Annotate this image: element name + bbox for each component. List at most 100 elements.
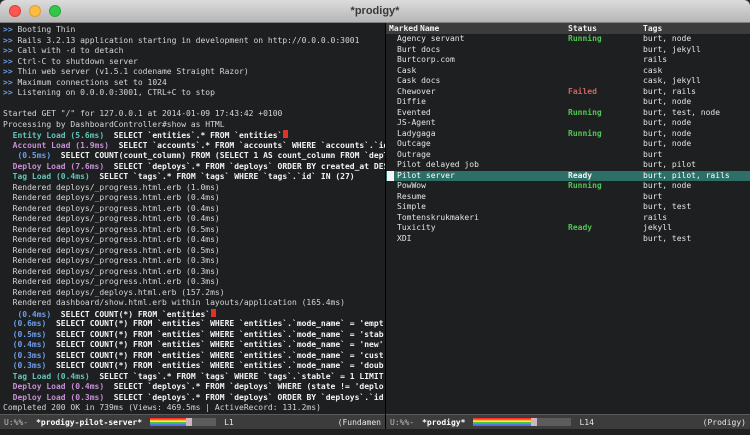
- modeline-left: U:%%- *prodigy-pilot-server* L1 (Fundame…: [0, 414, 385, 429]
- log-segment: >>: [3, 78, 13, 87]
- process-row[interactable]: Diffieburt, node: [386, 97, 750, 108]
- log-line: (0.6ms) SELECT COUNT(*) FROM `entities` …: [3, 319, 385, 330]
- process-row[interactable]: ChewoverFailedburt, rails: [386, 87, 750, 98]
- log-line: >> Call with -d to detach: [3, 46, 385, 57]
- process-row[interactable]: TuxicityReadyjekyll: [386, 223, 750, 234]
- process-row[interactable]: Burt docsburt, jekyll: [386, 45, 750, 56]
- process-pane[interactable]: Marked Name Status Tags Agency servantRu…: [386, 23, 750, 429]
- process-tags: burt, node: [643, 34, 691, 45]
- minibuffer[interactable]: [0, 429, 750, 435]
- process-name: Simple: [397, 202, 426, 213]
- log-segment: SELECT COUNT(count_column) FROM (SELECT …: [51, 151, 385, 160]
- process-row[interactable]: Burtcorp.comrails: [386, 55, 750, 66]
- marked-cell: [387, 150, 394, 160]
- log-segment: Rendered deploys/_deploys.html.erb (157.…: [3, 288, 225, 297]
- marked-cell: [387, 34, 394, 44]
- process-row[interactable]: Tomtenskrukmakerirails: [386, 213, 750, 224]
- log-line: Tag Load (0.4ms) SELECT `tags`.* FROM `t…: [3, 372, 385, 383]
- process-tags: burt: [643, 150, 662, 161]
- process-row[interactable]: Caskcask: [386, 66, 750, 77]
- process-row[interactable]: Pilot serverReadyburt, pilot, rails: [386, 171, 750, 182]
- window-titlebar[interactable]: *prodigy*: [0, 0, 750, 23]
- process-row[interactable]: LadygagaRunningburt, node: [386, 129, 750, 140]
- modeline-major-mode: (Prodigy): [703, 418, 746, 427]
- log-segment: >>: [3, 46, 13, 55]
- process-row[interactable]: Cask docscask, jekyll: [386, 76, 750, 87]
- log-line: Tag Load (0.4ms) SELECT `tags`.* FROM `t…: [3, 172, 385, 183]
- close-button[interactable]: [9, 5, 21, 17]
- log-segment: Rendered dashboard/show.html.erb within …: [3, 298, 345, 307]
- log-line: (0.5ms) SELECT COUNT(count_column) FROM …: [3, 151, 385, 162]
- header-status: Status: [568, 23, 597, 34]
- log-line: Rendered deploys/_progress.html.erb (1.0…: [3, 183, 385, 194]
- red-block-cursor: [211, 309, 216, 317]
- log-line: Processing by DashboardController#show a…: [3, 120, 385, 131]
- marked-cell: [387, 213, 394, 223]
- log-segment: Rendered deploys/_progress.html.erb (0.4…: [3, 193, 220, 202]
- nyan-progress-bar: [150, 418, 216, 426]
- log-segment: Tag Load (0.4ms): [3, 172, 90, 181]
- marked-cell: [387, 76, 394, 86]
- log-line: >> Ctrl-C to shutdown server: [3, 57, 385, 68]
- process-name: Pilot delayed job: [397, 160, 479, 171]
- log-line: (0.5ms) SELECT COUNT(*) FROM `entities` …: [3, 330, 385, 341]
- process-row[interactable]: PowWowRunningburt, node: [386, 181, 750, 192]
- log-line: Rendered dashboard/show.html.erb within …: [3, 298, 385, 309]
- process-tags: cask: [643, 66, 662, 77]
- header-marked: Marked: [389, 23, 418, 34]
- marked-cell: [387, 55, 394, 65]
- log-segment: Thin web server (v1.5.1 codename Straigh…: [13, 67, 249, 76]
- window-title: *prodigy*: [351, 5, 400, 17]
- log-segment: Completed 200 OK in 739ms (Views: 469.5m…: [3, 403, 321, 412]
- marked-cell: [387, 129, 394, 139]
- marked-cell: [387, 139, 394, 149]
- process-status: Running: [568, 108, 602, 119]
- split-windows: >> Booting Thin>> Rails 3.2.13 applicati…: [0, 23, 750, 429]
- log-segment: Ctrl-C to shutdown server: [13, 57, 138, 66]
- process-row[interactable]: Resumeburt: [386, 192, 750, 203]
- minimize-button[interactable]: [29, 5, 41, 17]
- process-name: Burt docs: [397, 45, 440, 56]
- marked-cell: [387, 118, 394, 128]
- log-segment: Started GET "/" for 127.0.0.1 at 2014-01…: [3, 109, 282, 118]
- log-segment: >>: [3, 57, 13, 66]
- emacs-window: *prodigy* >> Booting Thin>> Rails 3.2.13…: [0, 0, 750, 435]
- log-line: Rendered deploys/_deploys.html.erb (157.…: [3, 288, 385, 299]
- header-name: Name: [420, 23, 439, 34]
- log-segment: SELECT COUNT(*) FROM `entities` WHERE `e…: [46, 361, 383, 370]
- process-row[interactable]: Outrageburt: [386, 150, 750, 161]
- log-segment: (0.5ms): [3, 151, 51, 160]
- log-segment: (0.3ms): [3, 351, 46, 360]
- process-row[interactable]: Simpleburt, test: [386, 202, 750, 213]
- log-segment: SELECT `deploys`.* FROM `deploys` WHERE …: [104, 382, 383, 391]
- zoom-button[interactable]: [49, 5, 61, 17]
- log-segment: Rendered deploys/_progress.html.erb (0.5…: [3, 225, 220, 234]
- log-segment: SELECT `tags`.* FROM `tags` WHERE `tags`…: [90, 372, 384, 381]
- nyan-rainbow-icon: [473, 418, 531, 426]
- log-line: Rendered deploys/_progress.html.erb (0.4…: [3, 214, 385, 225]
- process-list-header: Marked Name Status Tags: [386, 23, 750, 34]
- process-row[interactable]: Outcageburt, node: [386, 139, 750, 150]
- modeline-right: U:%%- *prodigy* L14 (Prodigy): [386, 414, 750, 429]
- nyan-progress-bar: [473, 418, 571, 426]
- process-tags: jekyll: [643, 223, 672, 234]
- process-tags: burt, rails: [643, 87, 696, 98]
- log-pane[interactable]: >> Booting Thin>> Rails 3.2.13 applicati…: [0, 23, 386, 429]
- process-row[interactable]: Pilot delayed jobburt, pilot: [386, 160, 750, 171]
- process-tags: burt, node: [643, 118, 691, 129]
- log-segment: SELECT COUNT(*) FROM `entities` WHERE `e…: [46, 351, 383, 360]
- marked-cell: [387, 192, 394, 202]
- log-line: Rendered deploys/_progress.html.erb (0.3…: [3, 267, 385, 278]
- log-line: (0.4ms) SELECT COUNT(*) FROM `entities`: [3, 309, 385, 320]
- process-row[interactable]: Agency servantRunningburt, node: [386, 34, 750, 45]
- log-segment: (0.4ms): [3, 340, 46, 349]
- log-line: Account Load (1.9ms) SELECT `accounts`.*…: [3, 141, 385, 152]
- process-rows: Agency servantRunningburt, nodeBurt docs…: [386, 34, 750, 244]
- marked-cell: [387, 181, 394, 191]
- process-row[interactable]: XDIburt, test: [386, 234, 750, 245]
- process-tags: burt, node: [643, 129, 691, 140]
- process-tags: burt, node: [643, 181, 691, 192]
- log-segment: Rails 3.2.13 application starting in dev…: [13, 36, 360, 45]
- process-row[interactable]: EventedRunningburt, test, node: [386, 108, 750, 119]
- process-row[interactable]: JS-Agentburt, node: [386, 118, 750, 129]
